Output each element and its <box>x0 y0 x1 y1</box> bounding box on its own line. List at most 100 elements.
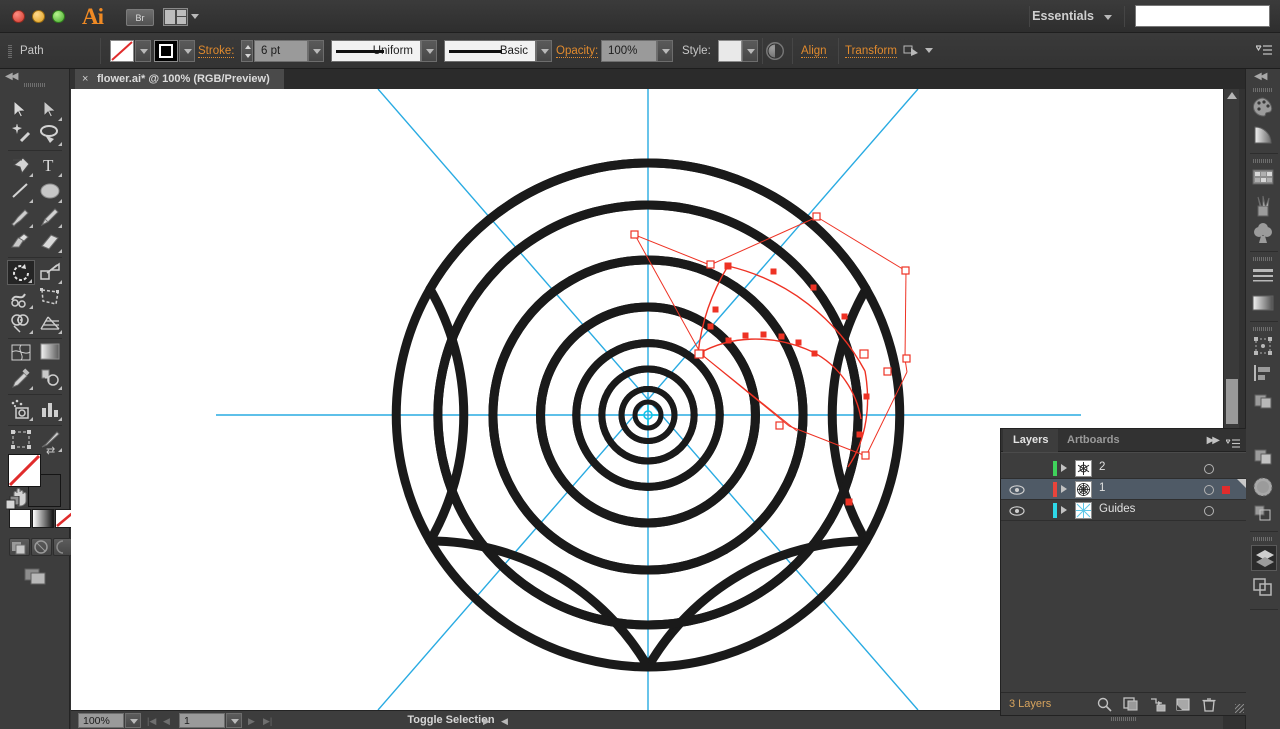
close-document-icon[interactable]: × <box>82 73 88 85</box>
mesh-tool[interactable] <box>7 341 35 366</box>
free-transform-tool[interactable] <box>36 285 64 310</box>
table-row[interactable]: Guides <box>1001 500 1246 521</box>
panel-resize-grip[interactable] <box>1235 704 1244 713</box>
expand-panel-chevrons-icon[interactable]: ▶▶ <box>1207 435 1220 446</box>
pathfinder-panel-icon[interactable] <box>1251 391 1277 417</box>
blend-tool[interactable] <box>36 366 64 391</box>
transform-button[interactable]: Transform <box>845 45 897 58</box>
artboards-panel-icon[interactable] <box>1251 577 1277 603</box>
layers-panel-menu-icon[interactable] <box>1225 436 1240 448</box>
dock-grip[interactable] <box>1253 257 1273 261</box>
stroke-color-swatch[interactable] <box>154 40 178 62</box>
align-panel-icon[interactable] <box>1251 363 1277 389</box>
next-artboard-button[interactable]: ▶ <box>248 716 255 727</box>
style-dropdown-button[interactable] <box>742 40 758 62</box>
change-screen-mode-button[interactable] <box>22 566 50 586</box>
layer-name[interactable]: 1 <box>1099 482 1105 494</box>
fill-dropdown-button[interactable] <box>135 40 151 62</box>
previous-artboard-button[interactable]: ◀ <box>163 716 170 727</box>
line-segment-tool[interactable] <box>7 179 35 204</box>
default-fill-stroke-icon[interactable] <box>5 495 20 510</box>
gradient-mode-button[interactable] <box>32 509 54 528</box>
appearance-panel-icon[interactable] <box>1251 475 1277 501</box>
zoom-dropdown-button[interactable] <box>125 713 141 728</box>
layers-panel-icon[interactable] <box>1251 545 1277 571</box>
target-indicator[interactable] <box>1204 485 1214 495</box>
gradient-tool[interactable] <box>36 341 64 366</box>
draw-behind-button[interactable] <box>31 538 52 556</box>
artboard-number-input[interactable]: 1 <box>179 713 225 728</box>
dock-grip[interactable] <box>1253 327 1273 331</box>
arrange-documents-icon[interactable] <box>163 8 188 26</box>
workspace-chevron-down-icon[interactable] <box>1104 15 1112 20</box>
rotate-tool[interactable] <box>7 260 35 285</box>
tools-panel-grip[interactable] <box>24 83 46 87</box>
ellipse-tool[interactable] <box>36 179 64 204</box>
lasso-tool[interactable] <box>36 122 64 147</box>
dock-grip[interactable] <box>1253 159 1273 163</box>
isolate-chevron-down-icon[interactable] <box>925 48 933 53</box>
color-panel-icon[interactable] <box>1251 96 1277 122</box>
opacity-input[interactable]: 100% <box>601 40 657 62</box>
magic-wand-tool[interactable] <box>7 122 35 147</box>
opacity-label[interactable]: Opacity: <box>556 45 599 58</box>
layers-list[interactable]: 2 1 Guides <box>1001 452 1246 694</box>
brush-dropdown-button[interactable] <box>536 40 552 62</box>
transform-panel-icon[interactable] <box>1251 335 1277 361</box>
paintbrush-tool[interactable] <box>7 204 35 229</box>
fill-color-swatch[interactable] <box>110 40 134 62</box>
profile-dropdown-button[interactable] <box>421 40 437 62</box>
workspace-switcher[interactable]: Essentials <box>1032 9 1094 23</box>
panel-bottom-grip[interactable] <box>1111 717 1137 721</box>
direct-selection-tool[interactable] <box>36 97 64 122</box>
layer-name[interactable]: 2 <box>1099 461 1105 473</box>
bridge-button[interactable]: Br <box>126 9 154 26</box>
control-bar-menu-icon[interactable] <box>1255 44 1272 56</box>
layer-name[interactable]: Guides <box>1099 503 1135 515</box>
align-button[interactable]: Align <box>801 45 827 58</box>
minimize-window-button[interactable] <box>32 10 45 23</box>
brushes-panel-icon[interactable] <box>1251 195 1277 221</box>
zoom-window-button[interactable] <box>52 10 65 23</box>
visibility-eye-icon[interactable] <box>1009 483 1025 496</box>
swatches-panel-icon[interactable] <box>1251 167 1277 193</box>
recolor-artwork-icon[interactable] <box>766 42 784 60</box>
artboard-dropdown-button[interactable] <box>226 713 242 728</box>
status-menu-icon[interactable]: ▶ <box>483 716 490 727</box>
stroke-weight-input[interactable]: 6 pt <box>254 40 308 62</box>
create-sublayer-icon[interactable] <box>1149 697 1166 712</box>
perspective-grid-tool[interactable] <box>36 310 64 335</box>
symbol-sprayer-tool[interactable] <box>7 397 35 422</box>
stroke-weight-dropdown-button[interactable] <box>308 40 324 62</box>
window-controls[interactable] <box>12 10 65 23</box>
transparency-panel-icon[interactable] <box>1251 447 1277 473</box>
color-guide-panel-icon[interactable] <box>1251 124 1277 150</box>
column-graph-tool[interactable] <box>36 397 64 422</box>
first-artboard-button[interactable]: |◀ <box>147 716 156 727</box>
document-tab[interactable]: flower.ai* @ 100% (RGB/Preview) <box>75 69 284 89</box>
pen-tool[interactable] <box>7 153 35 178</box>
opacity-dropdown-button[interactable] <box>657 40 673 62</box>
fill-indicator[interactable] <box>8 454 41 487</box>
vertical-scroll-thumb[interactable] <box>1226 379 1238 424</box>
scroll-left-icon[interactable]: ◀ <box>501 716 508 727</box>
pencil-tool[interactable] <box>36 204 64 229</box>
target-indicator[interactable] <box>1204 506 1214 516</box>
tab-layers[interactable]: Layers <box>1003 429 1059 452</box>
tab-artboards[interactable]: Artboards <box>1057 429 1130 452</box>
stroke-dropdown-button[interactable] <box>179 40 195 62</box>
swap-fill-stroke-icon[interactable]: ⇄ <box>46 444 55 457</box>
status-indicator-text[interactable]: Toggle Selection <box>321 714 581 726</box>
table-row[interactable]: 2 <box>1001 458 1246 479</box>
gradient-panel-icon[interactable] <box>1251 293 1277 319</box>
selection-tool[interactable] <box>7 97 35 122</box>
scale-tool[interactable] <box>36 260 64 285</box>
type-tool[interactable]: T <box>36 153 64 178</box>
target-indicator[interactable] <box>1204 464 1214 474</box>
width-tool[interactable] <box>7 285 35 310</box>
artboard-tool[interactable] <box>7 428 35 453</box>
symbols-panel-icon[interactable] <box>1251 223 1277 249</box>
scroll-up-icon[interactable] <box>1227 92 1237 99</box>
control-bar-grip[interactable] <box>8 45 12 58</box>
blob-brush-tool[interactable] <box>7 229 35 254</box>
